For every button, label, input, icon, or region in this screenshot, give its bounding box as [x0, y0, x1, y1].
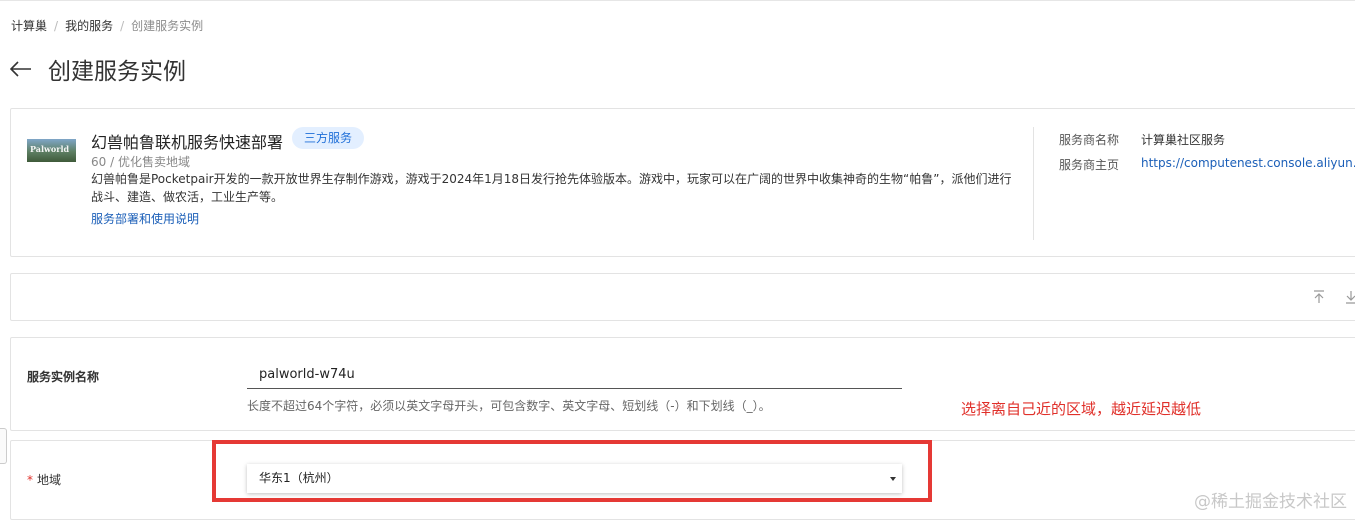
- service-type-badge: 三方服务: [292, 127, 365, 149]
- instance-name-label: 服务实例名称: [27, 370, 100, 384]
- region-label: * 地域: [27, 471, 61, 488]
- breadcrumb-item-my-services[interactable]: 我的服务: [65, 19, 113, 33]
- service-doc-link[interactable]: 服务部署和使用说明: [91, 210, 199, 227]
- vertical-divider: [1033, 127, 1034, 240]
- region-label-text: 地域: [37, 473, 62, 487]
- instance-name-section: 服务实例名称 palworld-w74u 长度不超过64个字符，必须以英文字母开…: [10, 337, 1355, 431]
- service-name: 幻兽帕鲁联机服务快速部署: [91, 133, 284, 152]
- top-border: [0, 0, 1355, 1]
- thumbnail-logo-text: Palworld: [30, 144, 70, 154]
- provider-name-label: 服务商名称: [1059, 133, 1120, 147]
- page-title: 创建服务实例: [48, 59, 186, 85]
- provider-home-label: 服务商主页: [1059, 158, 1120, 172]
- breadcrumb-current: 创建服务实例: [131, 19, 204, 33]
- breadcrumb-separator: /: [120, 19, 125, 33]
- region-annotation-note: 选择离自己近的区域，越近延迟越低: [961, 400, 1202, 418]
- breadcrumb-separator: /: [54, 19, 59, 33]
- provider-home-link[interactable]: https://computenest.console.aliyun.com: [1141, 156, 1355, 170]
- side-collapse-handle[interactable]: [0, 428, 7, 464]
- service-subtitle: 60 / 优化售卖地域: [91, 155, 190, 169]
- breadcrumb: 计算巢 / 我的服务 / 创建服务实例: [11, 17, 203, 34]
- download-icon[interactable]: [1343, 289, 1355, 305]
- arrow-left-icon[interactable]: [10, 57, 34, 81]
- service-thumbnail: Palworld: [27, 139, 76, 162]
- provider-name-value: 计算巢社区服务: [1141, 133, 1226, 147]
- annotation-highlight-box: [212, 440, 932, 502]
- page-header: 创建服务实例: [10, 52, 186, 86]
- required-asterisk: *: [27, 473, 33, 487]
- service-info-card: Palworld 幻兽帕鲁联机服务快速部署 三方服务 60 / 优化售卖地域 幻…: [10, 108, 1355, 257]
- breadcrumb-item-compute-nest[interactable]: 计算巢: [11, 19, 47, 33]
- watermark: @稀土掘金技术社区: [1194, 492, 1347, 512]
- toolbar-card: [10, 273, 1355, 321]
- instance-name-input[interactable]: palworld-w74u: [247, 363, 902, 389]
- instance-name-help-text: 长度不超过64个字符，必须以英文字母开头，可包含数字、英文字母、短划线（-）和下…: [247, 399, 771, 413]
- service-description: 幻兽帕鲁是Pocketpair开发的一款开放世界生存制作游戏，游戏于2024年1…: [91, 172, 1012, 204]
- scroll-to-top-icon[interactable]: [1311, 289, 1327, 305]
